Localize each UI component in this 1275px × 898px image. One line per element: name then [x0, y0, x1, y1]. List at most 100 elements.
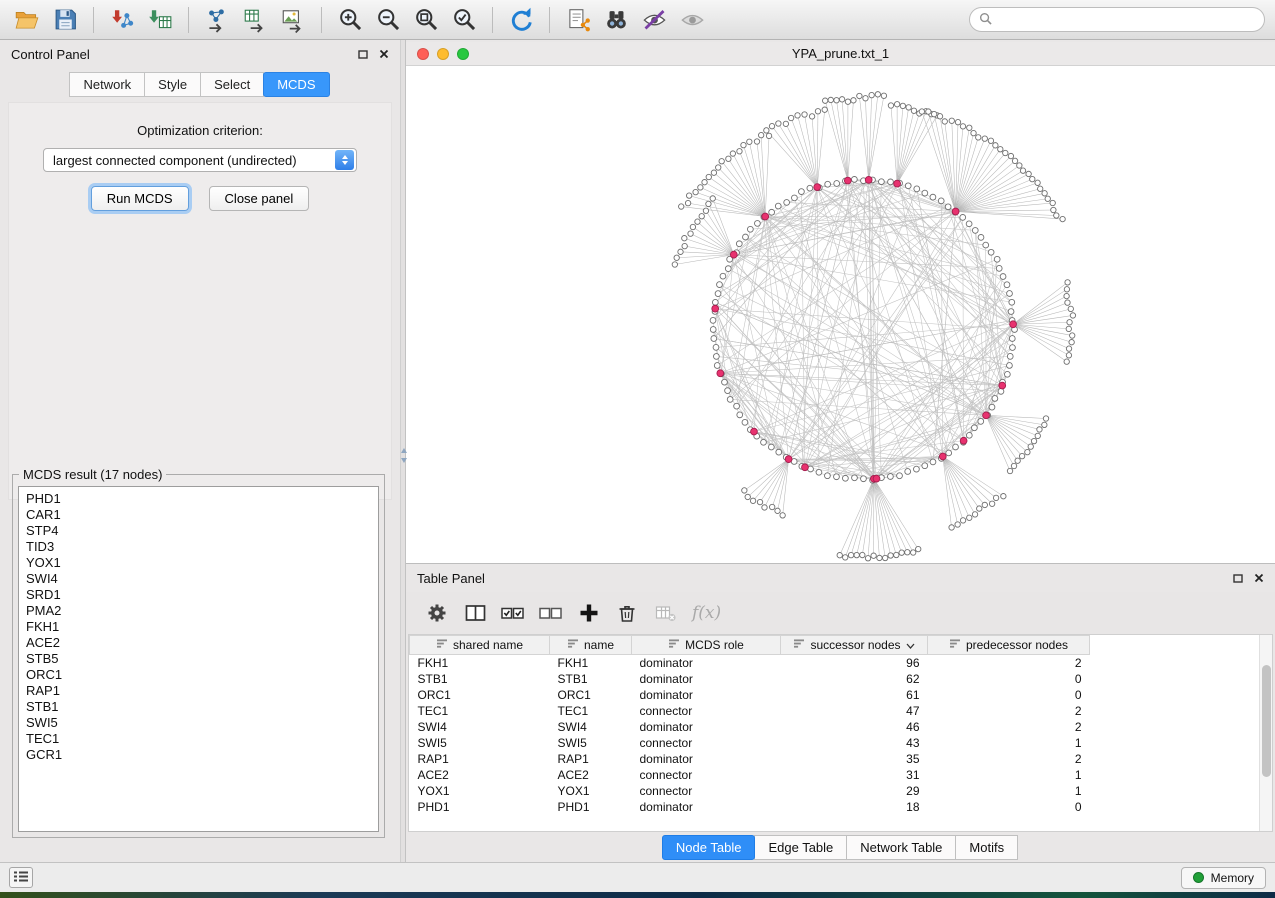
chevron-down-icon[interactable]: [906, 638, 915, 652]
network-canvas[interactable]: [406, 66, 1275, 563]
mcds-result-item[interactable]: GCR1: [26, 747, 371, 763]
task-history-button[interactable]: [9, 867, 33, 888]
tab-motifs[interactable]: Motifs: [955, 835, 1018, 860]
table-toolbar: f(x): [406, 592, 1275, 634]
scrollbar-thumb[interactable]: [1262, 665, 1271, 777]
window-close-button[interactable]: [417, 48, 429, 60]
clone-network-button[interactable]: [561, 4, 595, 36]
criterion-select[interactable]: largest connected component (undirected): [43, 148, 357, 172]
mcds-result-item[interactable]: SRD1: [26, 587, 371, 603]
cell-name: STB1: [550, 671, 632, 687]
table-settings-button[interactable]: [422, 598, 452, 628]
zoom-fit-button[interactable]: [409, 4, 443, 36]
search-field[interactable]: [969, 7, 1265, 32]
column-header-mcds-role[interactable]: MCDS role: [632, 636, 781, 655]
criterion-selected-value: largest connected component (undirected): [53, 153, 297, 168]
mcds-result-item[interactable]: YOX1: [26, 555, 371, 571]
vertical-splitter[interactable]: [400, 40, 406, 862]
find-button[interactable]: [599, 4, 633, 36]
delete-column-button[interactable]: [612, 598, 642, 628]
mcds-result-item[interactable]: STB5: [26, 651, 371, 667]
mcds-result-item[interactable]: TEC1: [26, 731, 371, 747]
table-row[interactable]: PHD1PHD1dominator180: [410, 799, 1090, 815]
mcds-result-item[interactable]: SWI5: [26, 715, 371, 731]
cell-name: ORC1: [550, 687, 632, 703]
select-all-button[interactable]: [498, 598, 528, 628]
table-row[interactable]: ORC1ORC1dominator610: [410, 687, 1090, 703]
zoom-in-button[interactable]: [333, 4, 367, 36]
column-header-successor-nodes[interactable]: successor nodes: [781, 636, 928, 655]
close-panel-button[interactable]: [379, 47, 389, 62]
cell-role: connector: [632, 783, 781, 799]
table-row[interactable]: SWI5SWI5connector431: [410, 735, 1090, 751]
table-row[interactable]: YOX1YOX1connector291: [410, 783, 1090, 799]
tab-mcds[interactable]: MCDS: [263, 72, 329, 97]
cell-role: dominator: [632, 751, 781, 767]
tab-node-table[interactable]: Node Table: [662, 835, 756, 860]
run-mcds-button[interactable]: Run MCDS: [91, 186, 189, 211]
export-image-button[interactable]: [276, 4, 310, 36]
table-row[interactable]: FKH1FKH1dominator962: [410, 655, 1090, 671]
add-column-button[interactable]: [574, 598, 604, 628]
mcds-result-item[interactable]: SWI4: [26, 571, 371, 587]
mcds-result-item[interactable]: ORC1: [26, 667, 371, 683]
mcds-result-item[interactable]: PHD1: [26, 491, 371, 507]
mcds-result-item[interactable]: ACE2: [26, 635, 371, 651]
column-header-shared-name[interactable]: shared name: [410, 636, 550, 655]
splitter-arrow-icon[interactable]: [401, 458, 407, 463]
sort-icon: [668, 638, 680, 652]
table-scrollbar[interactable]: [1259, 635, 1272, 831]
cell-predecessors: 1: [928, 767, 1090, 783]
import-network-button[interactable]: [105, 4, 139, 36]
splitter-arrow-icon[interactable]: [401, 448, 407, 453]
show-columns-button[interactable]: [460, 598, 490, 628]
network-view-title: YPA_prune.txt_1: [792, 46, 889, 61]
table-row[interactable]: RAP1RAP1dominator352: [410, 751, 1090, 767]
export-network-button[interactable]: [200, 4, 234, 36]
table-row[interactable]: TEC1TEC1connector472: [410, 703, 1090, 719]
show-view-button[interactable]: [675, 4, 709, 36]
memory-button[interactable]: Memory: [1181, 867, 1266, 889]
column-header-predecessor-nodes[interactable]: predecessor nodes: [928, 636, 1090, 655]
mcds-result-item[interactable]: PMA2: [26, 603, 371, 619]
window-minimize-button[interactable]: [437, 48, 449, 60]
save-session-button[interactable]: [48, 4, 82, 36]
mcds-result-list[interactable]: PHD1CAR1STP4TID3YOX1SWI4SRD1PMA2FKH1ACE2…: [18, 486, 379, 832]
open-file-button[interactable]: [10, 4, 44, 36]
close-panel-button-mcds[interactable]: Close panel: [209, 186, 310, 211]
cell-name: ACE2: [550, 767, 632, 783]
column-header-name[interactable]: name: [550, 636, 632, 655]
mcds-result-item[interactable]: FKH1: [26, 619, 371, 635]
deselect-all-button[interactable]: [536, 598, 566, 628]
tab-network[interactable]: Network: [69, 72, 145, 97]
export-table-button[interactable]: [238, 4, 272, 36]
float-panel-button[interactable]: [358, 47, 368, 62]
mcds-result-item[interactable]: STB1: [26, 699, 371, 715]
cell-shared-name: SWI4: [410, 719, 550, 735]
tab-style[interactable]: Style: [144, 72, 201, 97]
search-input[interactable]: [998, 13, 1255, 27]
window-maximize-button[interactable]: [457, 48, 469, 60]
zoom-out-button[interactable]: [371, 4, 405, 36]
close-table-panel-button[interactable]: [1254, 571, 1264, 586]
mcds-result-item[interactable]: TID3: [26, 539, 371, 555]
tab-network-table[interactable]: Network Table: [846, 835, 956, 860]
import-table-button[interactable]: [143, 4, 177, 36]
tab-select[interactable]: Select: [200, 72, 264, 97]
cell-successors: 46: [781, 719, 928, 735]
select-spinner-icon[interactable]: [335, 150, 354, 170]
mcds-result-item[interactable]: RAP1: [26, 683, 371, 699]
float-table-panel-button[interactable]: [1233, 571, 1243, 586]
mcds-result-item[interactable]: STP4: [26, 523, 371, 539]
table-row[interactable]: ACE2ACE2connector311: [410, 767, 1090, 783]
table-row[interactable]: SWI4SWI4dominator462: [410, 719, 1090, 735]
mcds-result-item[interactable]: CAR1: [26, 507, 371, 523]
zoom-selected-icon: [451, 6, 478, 33]
refresh-view-button[interactable]: [504, 4, 538, 36]
table-row[interactable]: STB1STB1dominator620: [410, 671, 1090, 687]
hide-view-button[interactable]: [637, 4, 671, 36]
node-table-area: shared name name MCDS role successor nod…: [408, 634, 1273, 832]
tab-edge-table[interactable]: Edge Table: [754, 835, 847, 860]
zoom-selected-button[interactable]: [447, 4, 481, 36]
function-builder-button[interactable]: f(x): [692, 603, 721, 623]
